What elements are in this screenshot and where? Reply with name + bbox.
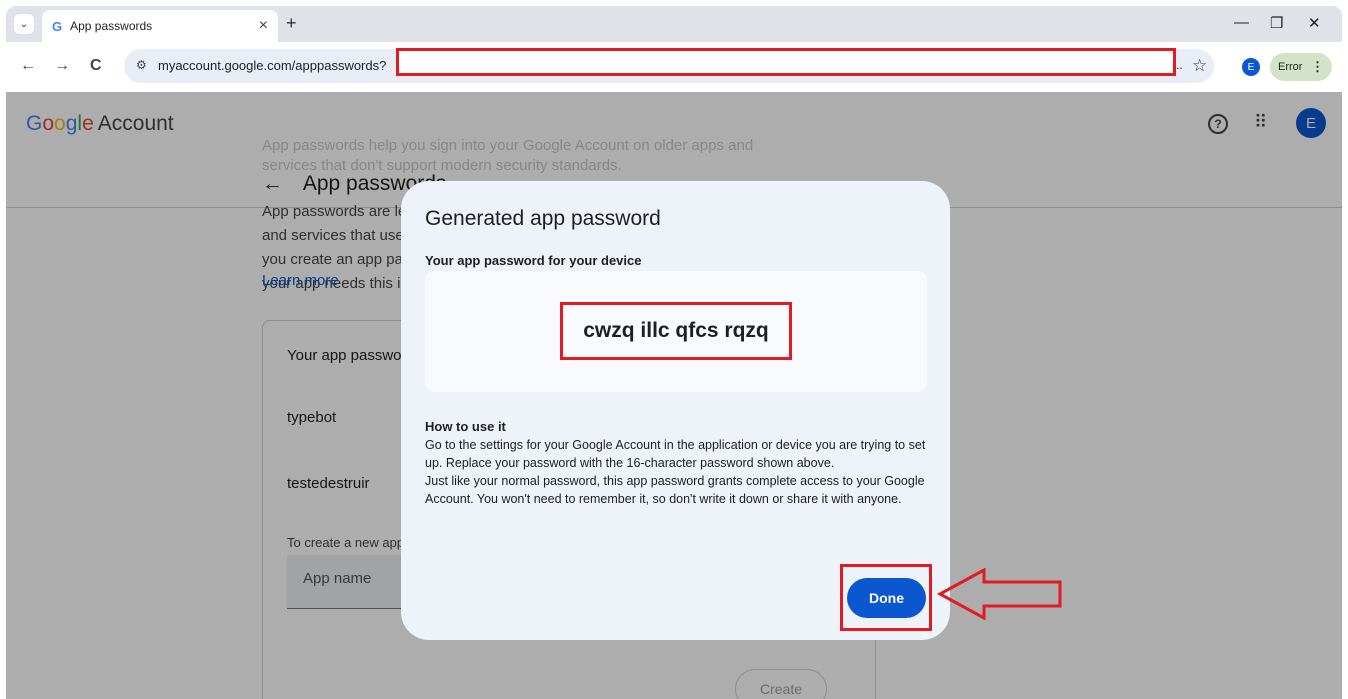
site-info-icon[interactable]: ⚙: [136, 58, 147, 72]
how-to-use-paragraph-1: Go to the settings for your Google Accou…: [425, 438, 926, 470]
dialog-subtitle: Your app password for your device: [425, 253, 642, 268]
password-box: cwzq illc qfcs rqzq: [425, 271, 927, 392]
restore-icon[interactable]: ❐: [1270, 14, 1283, 32]
page-content: Google Account ? ⠿ E App passwords help y…: [6, 92, 1342, 699]
browser-toolbar: ← → C ⚙ myaccount.google.com/apppassword…: [6, 42, 1342, 92]
error-label: Error: [1278, 61, 1303, 73]
password-highlight: cwzq illc qfcs rqzq: [560, 302, 792, 360]
how-to-use-paragraph-2: Just like your normal password, this app…: [425, 474, 925, 506]
generated-password[interactable]: cwzq illc qfcs rqzq: [583, 319, 769, 343]
tab-app-passwords[interactable]: G App passwords ×: [42, 10, 278, 42]
browser-menu-icon[interactable]: ⋮: [1311, 59, 1324, 75]
tab-close-icon[interactable]: ×: [259, 17, 268, 35]
error-chip-button[interactable]: Error ⋮: [1270, 53, 1332, 81]
browser-window: ⌄ G App passwords × + — ❐ ✕ ← → C ⚙ myac…: [6, 6, 1342, 699]
back-icon[interactable]: ←: [20, 57, 36, 75]
reload-icon[interactable]: C: [90, 57, 102, 75]
profile-avatar-icon[interactable]: E: [1242, 58, 1260, 76]
generated-password-dialog: Generated app password Your app password…: [401, 181, 950, 640]
tab-title: App passwords: [70, 19, 153, 33]
bookmark-star-icon[interactable]: ☆: [1192, 56, 1207, 76]
tab-strip: ⌄ G App passwords × + — ❐ ✕: [6, 6, 1342, 42]
new-tab-button[interactable]: +: [286, 13, 297, 34]
url-ellipsis: ..: [1176, 58, 1183, 72]
how-to-use-title: How to use it: [425, 419, 506, 434]
url-text[interactable]: myaccount.google.com/apppasswords?: [158, 58, 386, 73]
done-button[interactable]: Done: [847, 578, 926, 618]
google-favicon-icon: G: [52, 18, 63, 34]
address-bar[interactable]: ⚙ myaccount.google.com/apppasswords? .. …: [124, 48, 1214, 83]
how-to-use-body: Go to the settings for your Google Accou…: [425, 436, 935, 508]
dialog-title: Generated app password: [425, 207, 661, 230]
annotation-arrow-icon: [936, 568, 1062, 620]
forward-icon[interactable]: →: [54, 57, 70, 75]
redaction-box: [396, 48, 1176, 76]
minimize-icon[interactable]: —: [1234, 14, 1249, 31]
close-window-icon[interactable]: ✕: [1308, 14, 1321, 32]
tab-search-dropdown-icon[interactable]: ⌄: [14, 14, 34, 34]
